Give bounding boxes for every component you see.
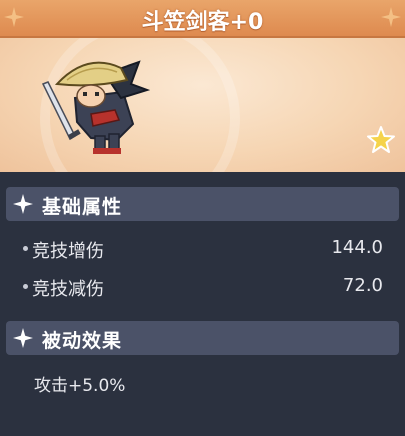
section-label: 基础属性	[42, 196, 123, 218]
portrait-area	[0, 38, 405, 172]
stat-name: 竞技增伤	[32, 241, 104, 262]
stat-row: 竞技减伤 72.0	[0, 273, 405, 300]
stat-value: 72.0	[342, 275, 383, 296]
item-title: 斗笠剑客+0	[141, 10, 264, 35]
stat-row: 竞技增伤 144.0	[0, 235, 405, 262]
bullet-dot	[23, 246, 28, 251]
stat-name: 竞技减伤	[32, 279, 104, 300]
hero-sprite	[41, 60, 150, 154]
section-label: 被动效果	[42, 330, 123, 352]
star-icon	[367, 126, 395, 153]
passive-effect-text: 攻击+5.0%	[34, 376, 126, 396]
section-header-passive-effects: 被动效果	[6, 321, 399, 355]
sparkle-icon	[13, 194, 33, 214]
sparkle-icon	[13, 328, 33, 348]
section-header-base-attributes: 基础属性	[6, 187, 399, 221]
sparkle-icon	[381, 7, 401, 27]
bullet-dot	[23, 284, 28, 289]
title-bar: 斗笠剑客+0	[0, 0, 405, 38]
stat-value: 144.0	[331, 237, 383, 258]
item-detail-card: 斗笠剑客+0 基础属性 竞技增伤 144.0 竞技减伤 72.0 被动效果 攻击…	[0, 0, 405, 436]
